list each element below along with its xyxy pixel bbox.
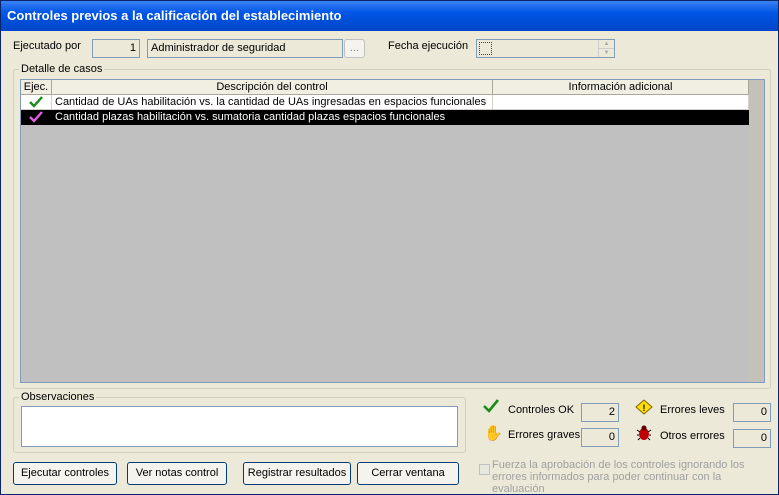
errores-leves-label: Errores leves (660, 404, 725, 416)
otros-errores-field: 0 (733, 429, 771, 448)
force-label: Fuerza la aprobación de los controles ig… (492, 459, 745, 495)
controles-ok-label: Controles OK (508, 404, 575, 416)
column-header-ejec[interactable]: Ejec. (21, 80, 52, 95)
detalle-group-label: Detalle de casos (19, 63, 105, 75)
controles-ok-field: 2 (581, 403, 619, 422)
info-cell (493, 110, 749, 125)
warning-icon: ! (635, 399, 653, 415)
check-icon (29, 111, 43, 123)
bug-icon (636, 425, 652, 441)
descripcion-cell: Cantidad plazas habilitación vs. sumator… (52, 110, 493, 125)
ejecutado-label: Ejecutado por (13, 40, 81, 52)
ejecutado-id-field[interactable]: 1 (92, 39, 140, 58)
column-header-info[interactable]: Información adicional (493, 80, 749, 95)
window-title: Controles previos a la calificación del … (7, 8, 342, 23)
table-row[interactable]: Cantidad de UAs habilitación vs. la cant… (21, 95, 751, 110)
vertical-scrollbar[interactable] (749, 80, 764, 382)
svg-text:!: ! (643, 403, 646, 413)
errores-leves-field: 0 (733, 403, 771, 422)
ejecutar-controles-button[interactable]: Ejecutar controles (13, 462, 117, 485)
spin-up-icon[interactable]: ▲ (598, 40, 614, 49)
fecha-label: Fecha ejecución (388, 40, 469, 52)
registrar-resultados-button[interactable]: Registrar resultados (243, 462, 351, 485)
observaciones-textarea[interactable] (21, 406, 458, 447)
table-row-selected[interactable]: Cantidad plazas habilitación vs. sumator… (21, 110, 751, 125)
info-cell (493, 95, 749, 110)
ejec-cell (21, 95, 52, 110)
ver-notas-button[interactable]: Ver notas control (127, 462, 227, 485)
user-lookup-button[interactable]: ... (344, 39, 365, 58)
main-window: Controles previos a la calificación del … (0, 0, 779, 495)
hand-icon: ✋ (484, 425, 503, 442)
fecha-field[interactable]: ▲ ▼ (476, 39, 615, 58)
descripcion-cell: Cantidad de UAs habilitación vs. la cant… (52, 95, 493, 110)
check-icon (483, 399, 499, 413)
ejec-cell (21, 110, 52, 125)
spin-down-icon[interactable]: ▼ (598, 49, 614, 57)
force-checkbox[interactable] (479, 464, 490, 475)
detalle-grid[interactable]: Ejec. Descripción del control Informació… (20, 79, 765, 383)
date-checkbox[interactable] (479, 42, 492, 55)
errores-graves-label: Errores graves (508, 429, 581, 441)
errores-graves-field: 0 (581, 428, 619, 447)
cerrar-ventana-button[interactable]: Cerrar ventana (357, 462, 459, 485)
check-icon (29, 96, 43, 108)
title-bar[interactable]: Controles previos a la calificación del … (1, 1, 778, 31)
column-header-descripcion[interactable]: Descripción del control (52, 80, 493, 95)
otros-errores-label: Otros errores (660, 430, 725, 442)
observaciones-label: Observaciones (19, 391, 97, 403)
ejecutado-name-field[interactable]: Administrador de seguridad (147, 39, 343, 58)
